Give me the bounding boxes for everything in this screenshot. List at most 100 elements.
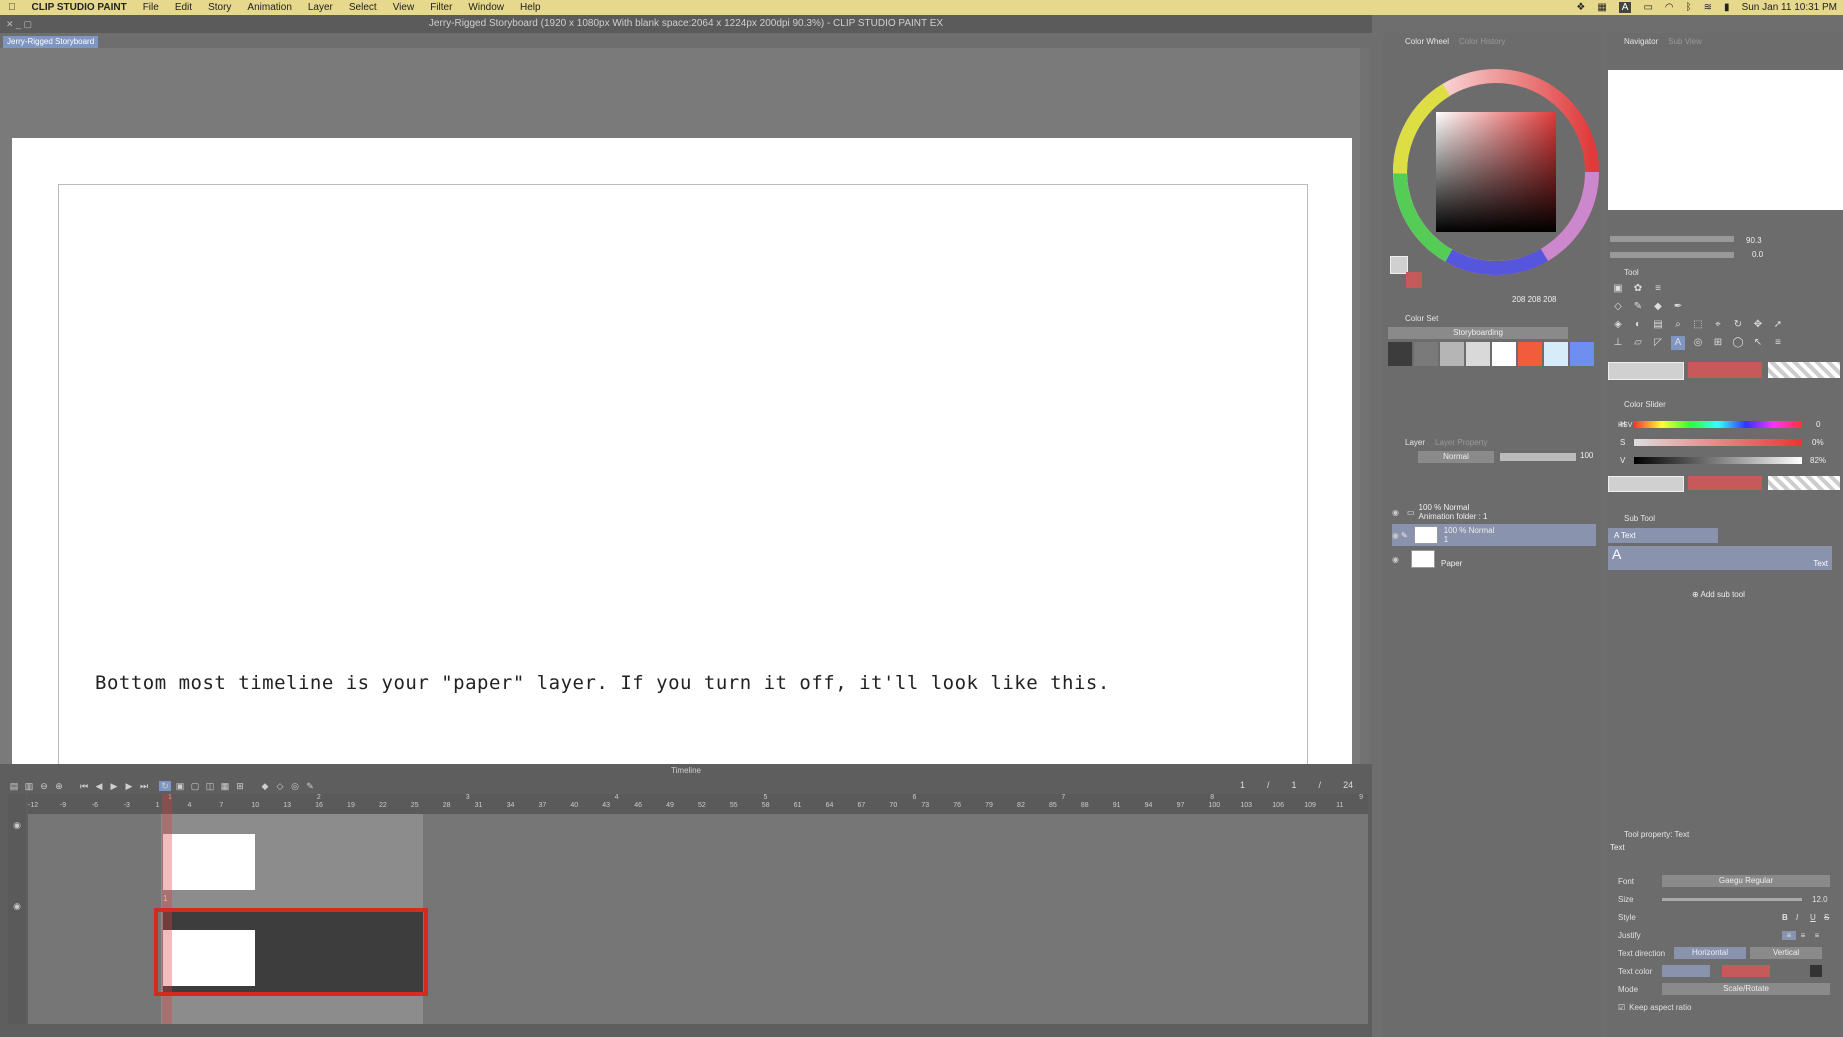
size-value[interactable]: 12.0: [1812, 895, 1828, 904]
cel-list-icon[interactable]: ▦: [219, 781, 231, 791]
figure-tool-icon[interactable]: ▱: [1631, 336, 1645, 350]
menu-animation[interactable]: Animation: [247, 2, 291, 13]
menu-edit[interactable]: Edit: [175, 2, 192, 13]
keyframe-next-icon[interactable]: ◇: [274, 781, 286, 791]
last-frame-icon[interactable]: ⏭: [138, 781, 150, 791]
headphones-icon[interactable]: ◠: [1665, 2, 1674, 13]
size-slider[interactable]: [1662, 897, 1802, 901]
new-timeline-icon[interactable]: ▤: [8, 781, 20, 791]
apple-icon[interactable]: : [8, 2, 16, 13]
play-icon[interactable]: ▶: [108, 781, 120, 791]
direction-horizontal-button[interactable]: Horizontal: [1674, 947, 1746, 959]
pen-tool-icon[interactable]: ✒: [1671, 300, 1685, 314]
pencil-tool-icon[interactable]: ✎: [1631, 300, 1645, 314]
document-tab[interactable]: Jerry-Rigged Storyboard: [3, 36, 99, 48]
canvas-scrollbar[interactable]: [1360, 48, 1370, 764]
app-menu[interactable]: CLIP STUDIO PAINT: [32, 2, 127, 13]
pencil-icon[interactable]: ✎: [304, 781, 316, 791]
menu-help[interactable]: Help: [520, 2, 541, 13]
swatch[interactable]: [1492, 342, 1516, 366]
input-source-icon[interactable]: A: [1618, 2, 1632, 13]
color-set-select[interactable]: Storyboarding: [1388, 327, 1568, 339]
move-tool-icon[interactable]: ✥: [1751, 318, 1765, 332]
camera-icon[interactable]: ◎: [289, 781, 301, 791]
zoom-value[interactable]: 90.3: [1746, 236, 1762, 245]
font-select[interactable]: Gaegu Regular: [1662, 875, 1830, 887]
swatch[interactable]: [1518, 342, 1542, 366]
blend-tool-icon[interactable]: ◐: [1631, 318, 1645, 332]
light-table-icon[interactable]: ⊞: [234, 781, 246, 791]
specify-cel-icon[interactable]: ▢: [189, 781, 201, 791]
tool-main-color[interactable]: [1608, 362, 1684, 380]
brush-tool-icon[interactable]: ✿: [1631, 282, 1645, 296]
eraser-tool-icon[interactable]: ◇: [1611, 300, 1625, 314]
text-color-main-option[interactable]: [1662, 965, 1710, 977]
layer-row-animation-folder[interactable]: ◉ ▭ 100 % Normal Animation folder : 1: [1392, 502, 1596, 522]
speech-tool-icon[interactable]: ◯: [1731, 336, 1745, 350]
end-frame[interactable]: 24: [1343, 780, 1353, 790]
blend-mode-select[interactable]: Normal: [1418, 451, 1494, 463]
ruler-tool-icon[interactable]: ◸: [1651, 336, 1665, 350]
menu-view[interactable]: View: [393, 2, 415, 13]
balloon-tool-icon[interactable]: ◎: [1691, 336, 1705, 350]
slider-main-color[interactable]: [1608, 476, 1684, 492]
timeline-list-icon[interactable]: ▥: [23, 781, 35, 791]
opacity-slider[interactable]: [1500, 453, 1576, 461]
timeline-ruler[interactable]: -12 -9 -6 -3 1 4 7 10 13 16 19 22 25 28 31 34 37 40 43 46 49…: [28, 794, 1368, 814]
frame-tool-icon[interactable]: ⊞: [1711, 336, 1725, 350]
menu-window[interactable]: Window: [468, 2, 504, 13]
sub-tool-preview[interactable]: A Text: [1608, 546, 1832, 570]
swatch[interactable]: [1414, 342, 1438, 366]
clock[interactable]: Sun Jan 11 10:31 PM: [1742, 2, 1837, 13]
keyframe-icon[interactable]: ◆: [259, 781, 271, 791]
eye-icon[interactable]: ◉: [1392, 555, 1399, 564]
battery-icon[interactable]: ▮: [1724, 2, 1730, 13]
navigator-preview[interactable]: [1608, 70, 1843, 210]
underline-button[interactable]: U: [1810, 913, 1824, 922]
zoom-out-icon[interactable]: ⊖: [38, 781, 50, 791]
mode-select[interactable]: Scale/Rotate: [1662, 983, 1830, 995]
link-tool-icon[interactable]: ↖: [1751, 336, 1765, 350]
animation-cel-thumbnail[interactable]: [163, 834, 255, 890]
value-slider[interactable]: [1634, 457, 1802, 464]
opacity-value[interactable]: 100: [1580, 451, 1593, 460]
rotate-tool-icon[interactable]: ↻: [1731, 318, 1745, 332]
rotation-value[interactable]: 0.0: [1752, 250, 1763, 259]
current-frame[interactable]: 1: [1240, 780, 1245, 790]
menu-select[interactable]: Select: [349, 2, 377, 13]
slider-sub-color[interactable]: [1688, 476, 1762, 490]
slider-transparent-color[interactable]: [1768, 476, 1840, 490]
loop-icon[interactable]: ↻: [159, 781, 171, 791]
swatch[interactable]: [1388, 342, 1412, 366]
tab-layer[interactable]: Layer: [1405, 437, 1425, 449]
fill-tool-icon[interactable]: ◈: [1611, 318, 1625, 332]
layer-row-selected[interactable]: ◉ ✎ 100 % Normal 1: [1392, 524, 1596, 546]
eye-icon[interactable]: ◉: [1392, 508, 1399, 517]
tab-color-history[interactable]: Color History: [1459, 36, 1505, 48]
eyedropper-tool-icon[interactable]: ⌖: [1711, 318, 1725, 332]
menu-file[interactable]: File: [143, 2, 159, 13]
text-color-user-option[interactable]: [1810, 965, 1822, 977]
h-value[interactable]: 0: [1816, 420, 1820, 429]
bold-button[interactable]: B: [1782, 913, 1796, 922]
tool-sub-color[interactable]: [1688, 362, 1762, 378]
menu-layer[interactable]: Layer: [308, 2, 333, 13]
text-tool-icon[interactable]: A: [1671, 336, 1685, 350]
align-left-icon[interactable]: ≡: [1782, 930, 1796, 940]
saturation-slider[interactable]: [1634, 439, 1802, 446]
new-cel-icon[interactable]: ▣: [174, 781, 186, 791]
list-tool-icon[interactable]: ≡: [1651, 282, 1665, 296]
bluetooth-icon[interactable]: ᛒ: [1686, 2, 1692, 13]
menu-filter[interactable]: Filter: [430, 2, 452, 13]
italic-button[interactable]: I: [1796, 913, 1810, 922]
swatch[interactable]: [1544, 342, 1568, 366]
gradient-tool-icon[interactable]: ▤: [1651, 318, 1665, 332]
eye-icon[interactable]: ◉: [8, 901, 26, 912]
prev-frame-icon[interactable]: ◀: [93, 781, 105, 791]
aspect-checkbox[interactable]: ☑: [1618, 1003, 1625, 1012]
grid-app-icon[interactable]: ▦: [1597, 2, 1606, 13]
text-color-sub-option[interactable]: [1722, 965, 1770, 977]
start-frame[interactable]: 1: [1292, 780, 1297, 790]
dropbox-icon[interactable]: ❖: [1576, 2, 1585, 13]
align-center-icon[interactable]: ≡: [1796, 931, 1810, 940]
